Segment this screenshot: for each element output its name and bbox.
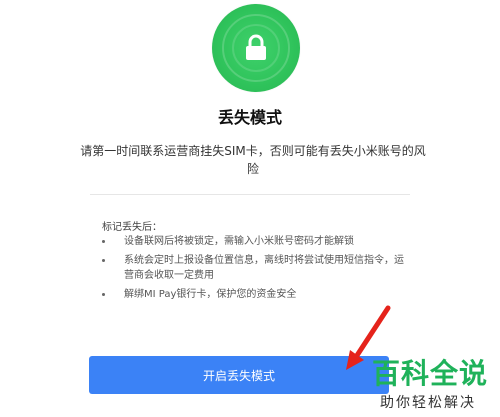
bullet-icon: [102, 259, 105, 262]
list-item-text: 解绑MI Pay银行卡，保护您的资金安全: [124, 289, 297, 300]
watermark-title: 百科全说: [372, 357, 489, 390]
watermark-subtitle: 助你轻松解决: [380, 395, 476, 411]
after-lost-list: 设备联网后将被锁定，需输入小米账号密码才能解锁 系统会定时上报设备位置信息，离线…: [102, 234, 412, 306]
list-item: 设备联网后将被锁定，需输入小米账号密码才能解锁: [102, 234, 412, 249]
list-item-text: 设备联网后将被锁定，需输入小米账号密码才能解锁: [124, 236, 354, 247]
list-item-text: 系统会定时上报设备位置信息，离线时将尝试使用短信指令，运营商会收取一定费用: [124, 255, 404, 281]
bullet-icon: [102, 240, 105, 243]
warning-description: 请第一时间联系运营商挂失SIM卡，否则可能有丢失小米账号的风险: [80, 144, 426, 176]
after-lost-heading: 标记丢失后：: [102, 222, 162, 233]
list-item: 系统会定时上报设备位置信息，离线时将尝试使用短信指令，运营商会收取一定费用: [102, 253, 412, 283]
divider: [90, 194, 410, 195]
bullet-icon: [102, 293, 105, 296]
list-item: 解绑MI Pay银行卡，保护您的资金安全: [102, 287, 412, 302]
page-title: 丢失模式: [217, 108, 282, 127]
lock-badge: [212, 4, 300, 92]
lock-icon: [246, 34, 266, 60]
